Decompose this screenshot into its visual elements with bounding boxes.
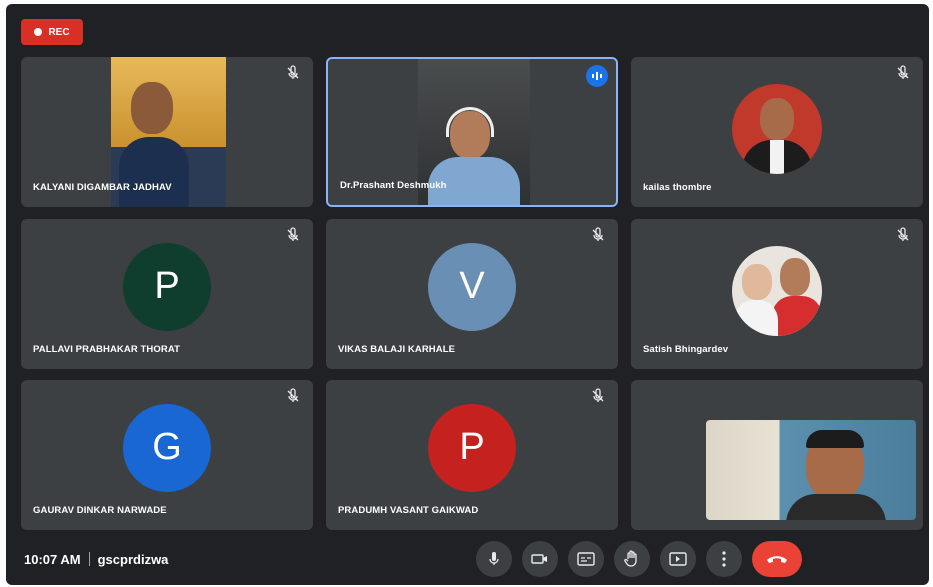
- avatar: G: [123, 403, 211, 492]
- present-screen-icon: [669, 552, 687, 566]
- meeting-info: 10:07 AM gscprdizwa: [24, 552, 168, 567]
- participant-name: KALYANI DIGAMBAR JADHAV: [33, 182, 172, 193]
- meeting-code: gscprdizwa: [97, 551, 169, 567]
- participant-name: PRADUMH VASANT GAIKWAD: [338, 505, 479, 516]
- more-vertical-icon: [722, 551, 726, 567]
- recording-badge: REC: [21, 19, 83, 45]
- present-screen-button[interactable]: [660, 541, 696, 577]
- call-controls: [476, 541, 802, 577]
- mic-off-icon: [897, 65, 909, 79]
- mic-off-icon: [287, 388, 299, 402]
- self-view-tile[interactable]: [631, 380, 923, 530]
- participant-name: PALLAVI PRABHAKAR THORAT: [33, 344, 181, 355]
- leave-call-button[interactable]: [752, 541, 802, 577]
- camera-icon: [531, 554, 547, 564]
- record-dot-icon: [34, 28, 43, 36]
- mic-off-icon: [592, 227, 604, 241]
- more-options-button[interactable]: [706, 541, 742, 577]
- mic-off-icon: [287, 65, 299, 79]
- participant-tile-2[interactable]: Dr.Prashant Deshmukh: [326, 57, 618, 207]
- hang-up-icon: [767, 556, 787, 563]
- participant-tile-3[interactable]: kailas thombre: [631, 57, 923, 207]
- mic-off-icon: [592, 388, 604, 402]
- recording-label: REC: [48, 26, 70, 38]
- raise-hand-button[interactable]: [614, 541, 650, 577]
- participant-name: VIKAS BALAJI KARHALE: [338, 344, 456, 355]
- participant-tile-8[interactable]: P PRADUMH VASANT GAIKWAD: [326, 380, 618, 530]
- participant-name: Satish Bhingardev: [643, 344, 729, 355]
- microphone-icon: [489, 552, 499, 565]
- avatar: P: [428, 403, 516, 492]
- avatar: P: [123, 242, 211, 331]
- participant-tile-1[interactable]: KALYANI DIGAMBAR JADHAV: [21, 57, 313, 207]
- meeting-time: 10:07 AM: [24, 551, 81, 567]
- divider: [88, 552, 90, 566]
- captions-button[interactable]: [568, 541, 604, 577]
- participant-tile-6[interactable]: Satish Bhingardev: [631, 219, 923, 369]
- captions-icon: [577, 552, 595, 566]
- raise-hand-icon: [624, 550, 637, 567]
- participant-tile-5[interactable]: V VIKAS BALAJI KARHALE: [326, 219, 618, 369]
- meeting-window: REC KALYANI DIGAMBAR JADHAV Dr.Prashant …: [6, 4, 929, 585]
- mic-off-icon: [287, 227, 299, 241]
- participant-name: GAURAV DINKAR NARWADE: [33, 505, 167, 516]
- participant-tile-7[interactable]: G GAURAV DINKAR NARWADE: [21, 380, 313, 530]
- avatar: [732, 84, 822, 174]
- avatar: V: [428, 242, 516, 331]
- camera-button[interactable]: [522, 541, 558, 577]
- speaking-indicator-icon: [586, 65, 608, 87]
- mic-off-icon: [897, 227, 909, 241]
- participant-tile-4[interactable]: P PALLAVI PRABHAKAR THORAT: [21, 219, 313, 369]
- participant-name: Dr.Prashant Deshmukh: [340, 180, 447, 191]
- self-view-video: [706, 420, 916, 520]
- participant-name: kailas thombre: [643, 182, 712, 193]
- avatar: [732, 246, 822, 336]
- bottom-bar: 10:07 AM gscprdizwa: [6, 533, 929, 585]
- microphone-button[interactable]: [476, 541, 512, 577]
